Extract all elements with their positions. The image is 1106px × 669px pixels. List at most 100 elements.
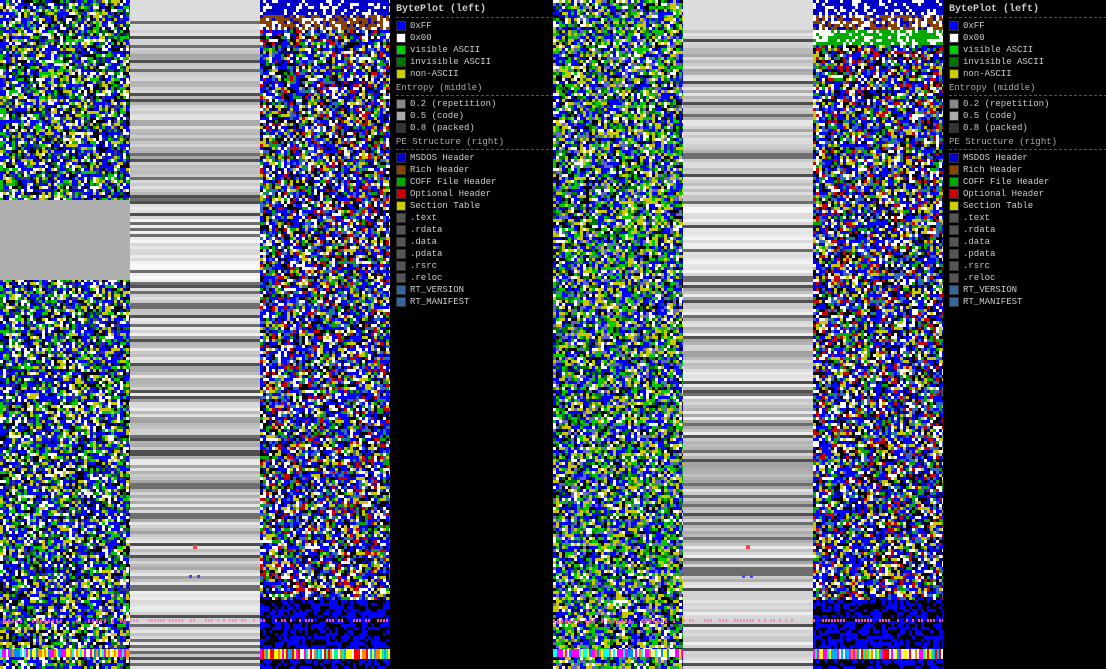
legend-label: 0xFF	[410, 21, 432, 31]
legend-item-reloc-1: .reloc	[396, 273, 559, 283]
legend-item-data-2: .data	[949, 237, 1106, 247]
legend-item-pdata-2: .pdata	[949, 249, 1106, 259]
legend-label: 0.5 (code)	[410, 111, 464, 121]
color-swatch	[949, 21, 959, 31]
legend-label: MSDOS Header	[963, 153, 1028, 163]
legend-label: 0.8 (packed)	[963, 123, 1028, 133]
legend-item-rep-2: 0.2 (repetition)	[949, 99, 1106, 109]
color-swatch	[949, 153, 959, 163]
legend-item-visible-1: visible ASCII	[396, 45, 559, 55]
legend-item-rtver-1: RT_VERSION	[396, 285, 559, 295]
color-swatch	[396, 273, 406, 283]
color-swatch	[949, 165, 959, 175]
legend-label: 0.2 (repetition)	[410, 99, 496, 109]
legend-label: .rsrc	[963, 261, 990, 271]
legend-item-00-1: 0x00	[396, 33, 559, 43]
byteplot-left-2	[553, 0, 683, 669]
legend-divider-1	[396, 17, 559, 18]
legend-label: 0.5 (code)	[963, 111, 1017, 121]
legend-label: .reloc	[410, 273, 442, 283]
legend-label: .pdata	[963, 249, 995, 259]
legend-label: .text	[963, 213, 990, 223]
legend-item-text-1: .text	[396, 213, 559, 223]
legend-item-section-2: Section Table	[949, 201, 1106, 211]
entropy-canvas	[683, 0, 813, 669]
color-swatch	[396, 99, 406, 109]
color-swatch	[396, 189, 406, 199]
legend-item-invisible-2: invisible ASCII	[949, 57, 1106, 67]
legend-item-rep-1: 0.2 (repetition)	[396, 99, 559, 109]
legend-1: BytePlot (left) 0xFF 0x00 visible ASCII …	[390, 0, 565, 669]
legend-item-code-1: 0.5 (code)	[396, 111, 559, 121]
legend-label: Rich Header	[410, 165, 469, 175]
pe-canvas	[813, 0, 943, 669]
pe-divider-2	[949, 149, 1106, 150]
entropy-section-title-2: Entropy (middle)	[949, 83, 1106, 93]
color-swatch	[949, 189, 959, 199]
byteplot-left-1	[0, 0, 130, 669]
legend-item-text-2: .text	[949, 213, 1106, 223]
legend-item-ff-2: 0xFF	[949, 21, 1106, 31]
legend-item-msdos-1: MSDOS Header	[396, 153, 559, 163]
legend-label: Section Table	[963, 201, 1033, 211]
color-swatch	[949, 285, 959, 295]
color-swatch	[949, 57, 959, 67]
color-swatch	[396, 69, 406, 79]
legend-label: invisible ASCII	[963, 57, 1044, 67]
legend-item-00-2: 0x00	[949, 33, 1106, 43]
legend-item-coff-2: COFF File Header	[949, 177, 1106, 187]
legend-label: Optional Header	[963, 189, 1044, 199]
color-swatch	[949, 33, 959, 43]
color-swatch	[396, 285, 406, 295]
color-swatch	[396, 57, 406, 67]
panel-1: BytePlot (left) 0xFF 0x00 visible ASCII …	[0, 0, 553, 669]
color-swatch	[396, 225, 406, 235]
pe-section-title-1: PE Structure (right)	[396, 137, 559, 147]
legend-label: visible ASCII	[963, 45, 1033, 55]
color-swatch	[396, 45, 406, 55]
legend-item-section-1: Section Table	[396, 201, 559, 211]
legend-item-rich-1: Rich Header	[396, 165, 559, 175]
legend-label: .pdata	[410, 249, 442, 259]
byteplot-right-1	[260, 0, 390, 669]
legend-label: 0.8 (packed)	[410, 123, 475, 133]
legend-item-rtman-2: RT_MANIFEST	[949, 297, 1106, 307]
color-swatch	[949, 201, 959, 211]
legend-item-rdata-1: .rdata	[396, 225, 559, 235]
color-swatch	[949, 45, 959, 55]
color-swatch	[949, 111, 959, 121]
legend-item-pdata-1: .pdata	[396, 249, 559, 259]
color-swatch	[949, 69, 959, 79]
legend-item-rsrc-2: .rsrc	[949, 261, 1106, 271]
color-swatch	[396, 249, 406, 259]
legend-label: COFF File Header	[410, 177, 496, 187]
legend-item-reloc-2: .reloc	[949, 273, 1106, 283]
color-swatch	[949, 237, 959, 247]
legend-item-optional-1: Optional Header	[396, 189, 559, 199]
legend-item-msdos-2: MSDOS Header	[949, 153, 1106, 163]
legend-item-packed-1: 0.8 (packed)	[396, 123, 559, 133]
legend-label: RT_MANIFEST	[963, 297, 1022, 307]
legend-item-invisible-1: invisible ASCII	[396, 57, 559, 67]
color-swatch	[396, 297, 406, 307]
legend-item-rtman-1: RT_MANIFEST	[396, 297, 559, 307]
color-swatch	[396, 123, 406, 133]
byteplot-right-2	[813, 0, 943, 669]
color-swatch	[949, 177, 959, 187]
legend-item-optional-2: Optional Header	[949, 189, 1106, 199]
entropy-divider-2	[949, 95, 1106, 96]
byteplot-middle-1	[130, 0, 260, 669]
color-swatch	[949, 213, 959, 223]
legend-label: visible ASCII	[410, 45, 480, 55]
legend-label: RT_VERSION	[963, 285, 1017, 295]
color-swatch	[396, 33, 406, 43]
legend-item-coff-1: COFF File Header	[396, 177, 559, 187]
legend-label: RT_MANIFEST	[410, 297, 469, 307]
legend-label: MSDOS Header	[410, 153, 475, 163]
legend-label: .rdata	[410, 225, 442, 235]
legend-label: .text	[410, 213, 437, 223]
color-swatch	[396, 201, 406, 211]
entropy-divider-1	[396, 95, 559, 96]
color-swatch	[949, 273, 959, 283]
byteplot-canvas	[0, 0, 130, 669]
